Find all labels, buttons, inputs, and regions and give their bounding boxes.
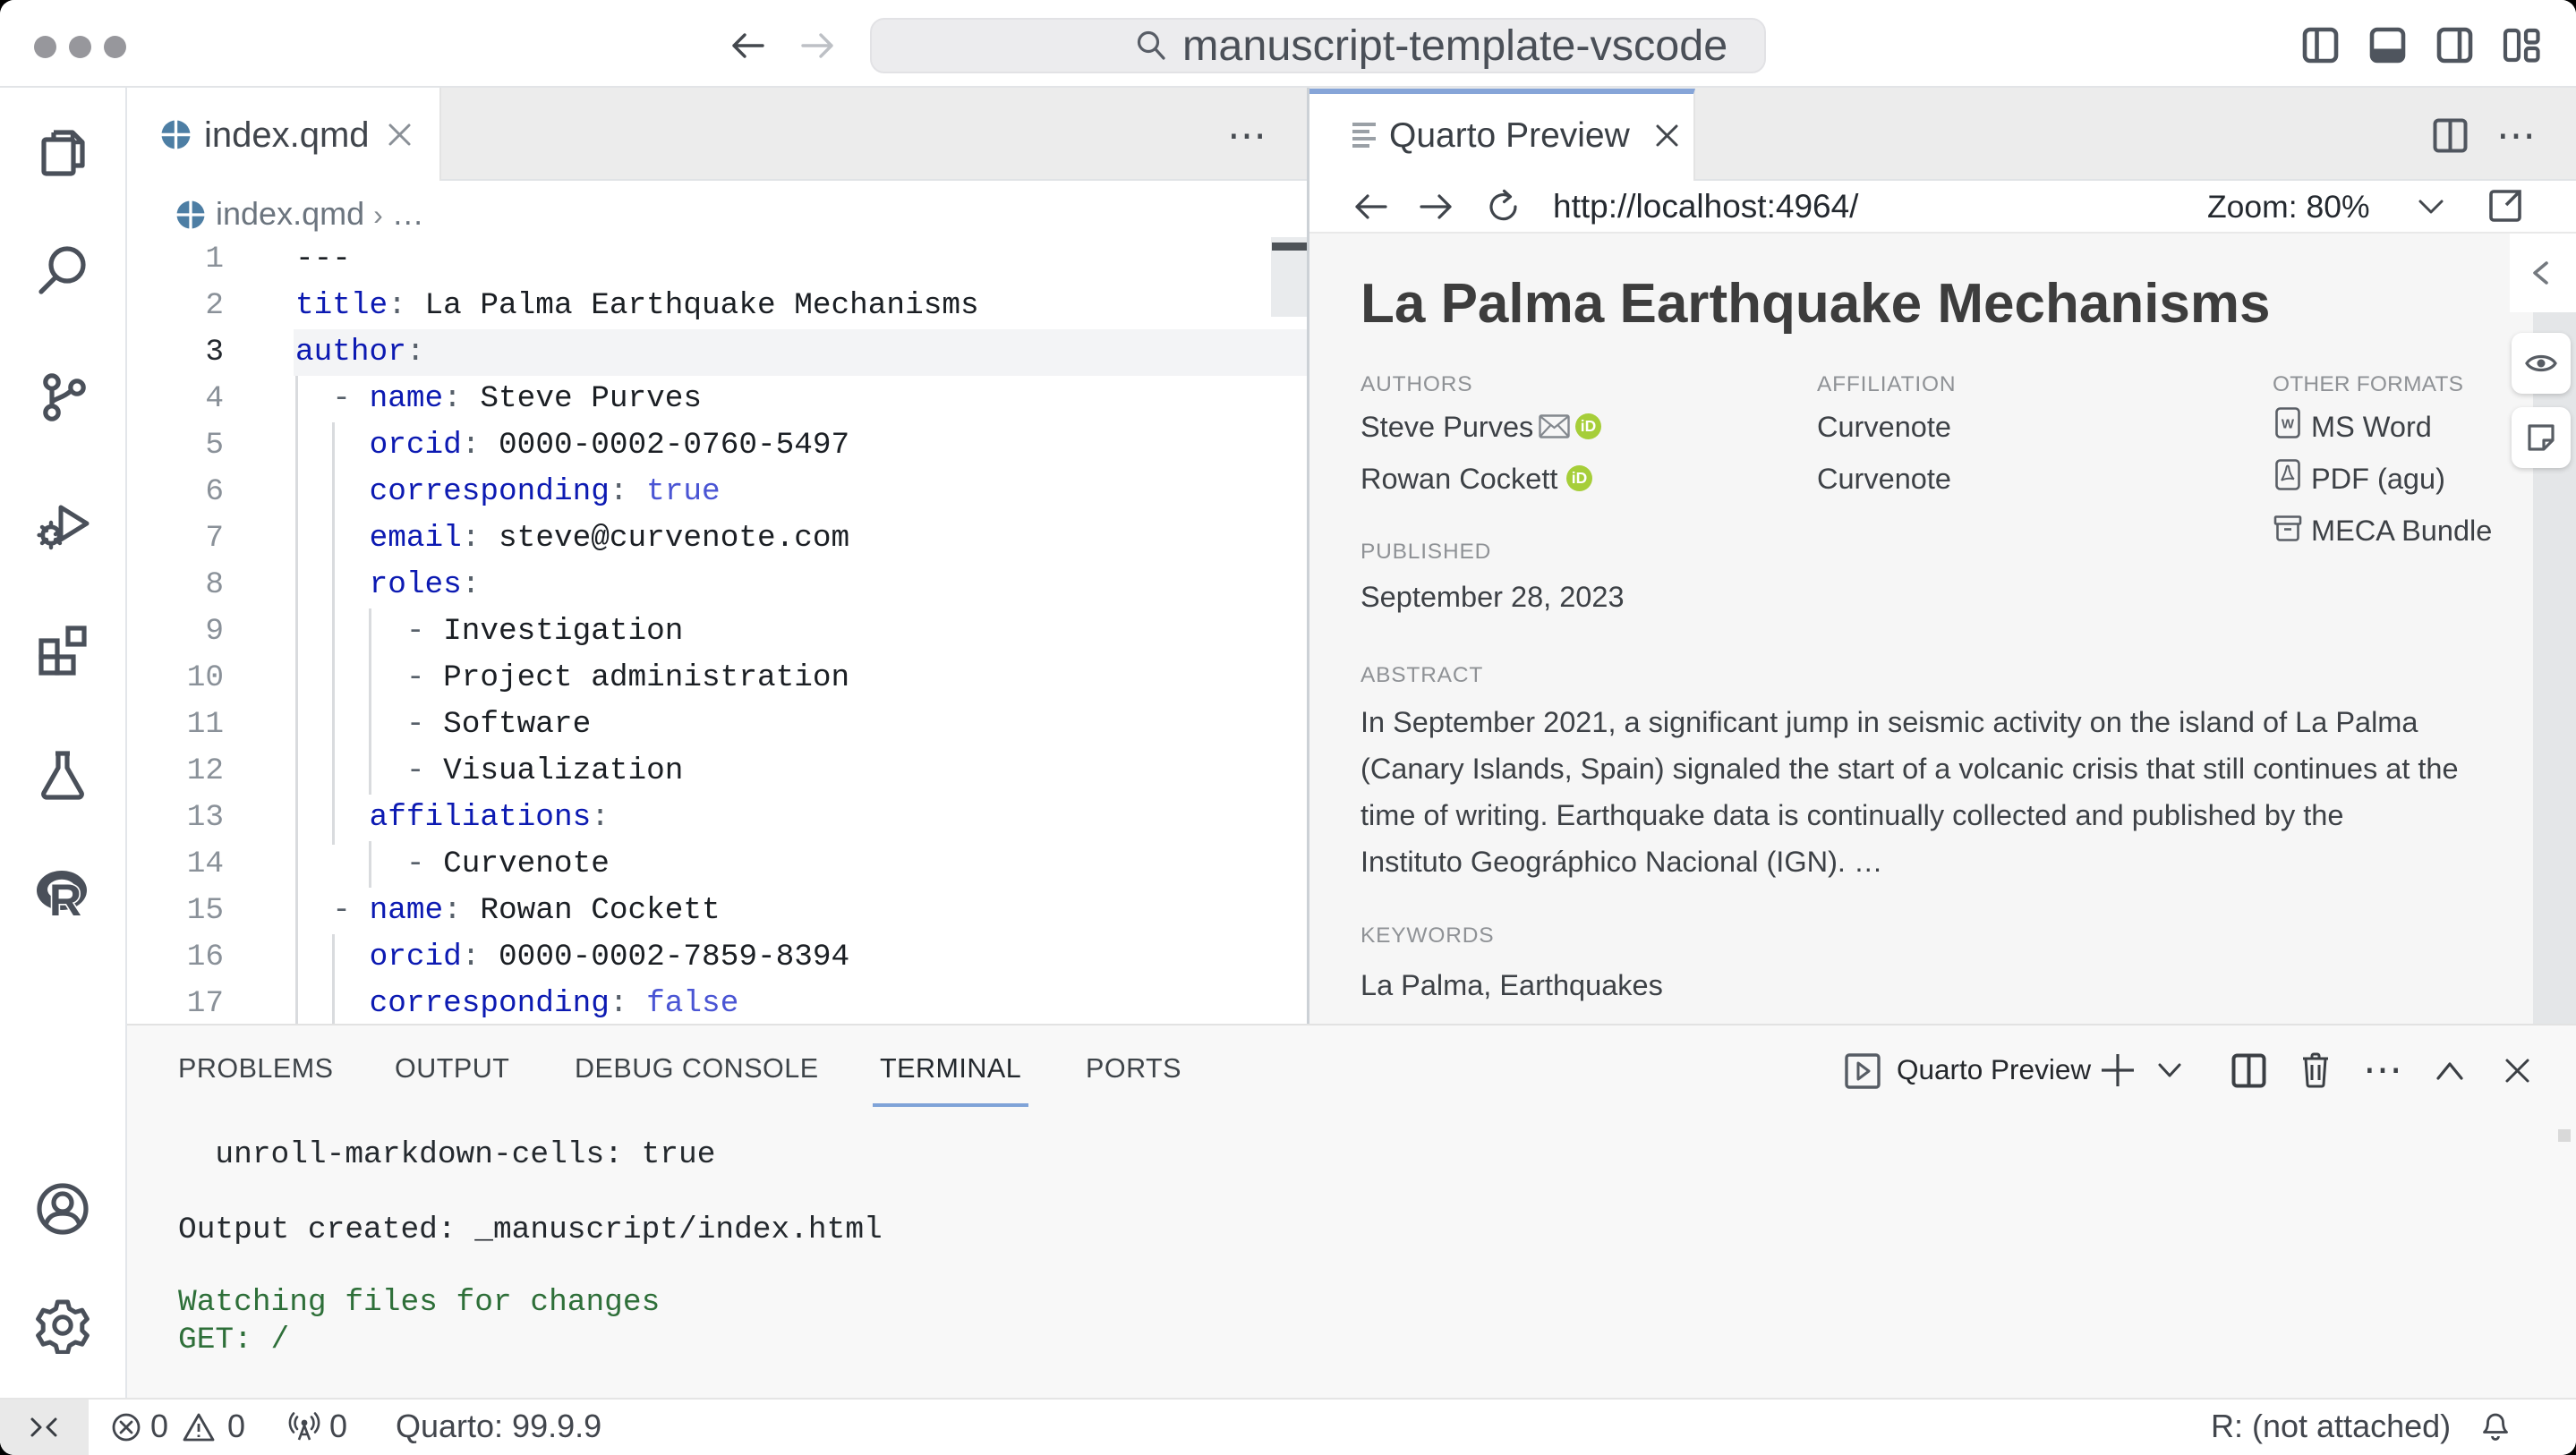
svg-text:R: R: [49, 875, 81, 925]
svg-text:W: W: [2282, 417, 2295, 432]
